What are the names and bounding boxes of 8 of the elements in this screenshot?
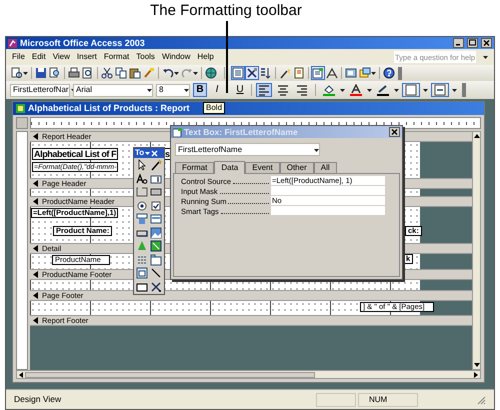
window-title: To <box>135 149 144 157</box>
tooltip: Bold <box>203 102 226 114</box>
status-text: Design View <box>14 395 62 404</box>
status-indicator: NUM <box>369 396 388 404</box>
window-title: Microsoft Office Access 2003 <box>20 38 145 48</box>
window-title: Alphabetical List of Products : Report <box>28 104 190 113</box>
annotation-caption: The Formatting toolbar <box>150 2 302 21</box>
window-title: Text Box: FirstLetterofName <box>184 128 298 136</box>
